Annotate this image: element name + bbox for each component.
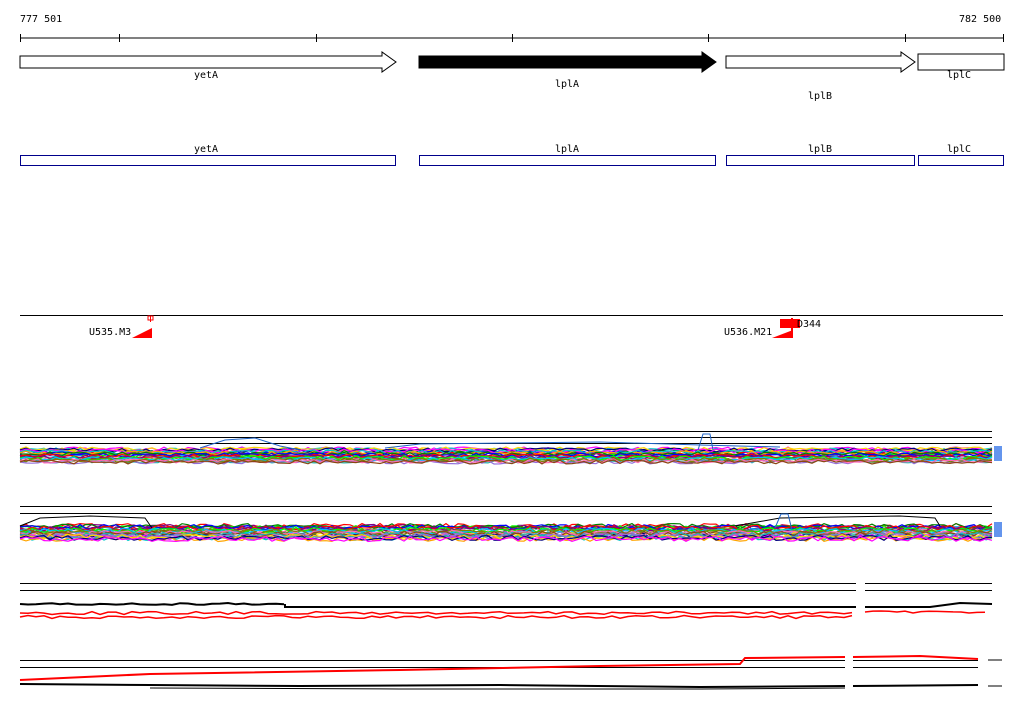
marker-U536: [772, 330, 793, 338]
expression-line-black: [284, 604, 856, 608]
gene-arrow-lplA: [418, 51, 717, 73]
gene-arrow-yetA: [19, 51, 397, 73]
expression-line-black: [865, 601, 993, 608]
expression-line-black: [19, 601, 285, 606]
expression-line-black: [852, 684, 979, 687]
marker-label-D344: D344: [797, 319, 822, 330]
expression-track-3: [19, 583, 993, 620]
ruler-end-label: 782 500: [959, 14, 1002, 25]
expression-line-black: [149, 687, 846, 690]
track-end-box: [994, 446, 1002, 461]
annotation-label-lplA: lplA: [555, 144, 580, 155]
expression-line-black: [19, 683, 846, 689]
expression-track-1: [19, 431, 1002, 465]
expression-line-red: [19, 610, 853, 616]
gene-arrow-lplC: [917, 53, 1005, 71]
gene-track: [19, 51, 1005, 73]
coordinate-ruler: [20, 34, 1004, 42]
track-canvas: [19, 34, 1005, 690]
ruler-start-label: 777 501: [20, 14, 63, 25]
track-end-box: [994, 522, 1002, 537]
marker-label-U536: U536.M21: [724, 327, 773, 338]
marker-U535: [132, 328, 152, 338]
gene-label-lplA: lplA: [555, 79, 580, 90]
annotation-label-lplC: lplC: [947, 144, 972, 155]
expression-track-4: [19, 654, 1002, 690]
gene-arrow-lplB: [725, 51, 916, 73]
annotation-label-yetA: yetA: [194, 144, 219, 155]
gene-label-yetA: yetA: [194, 70, 219, 81]
annotation-track: [20, 155, 1004, 166]
expression-line-red: [864, 610, 986, 614]
expression-line-red: [852, 654, 979, 660]
marker-label-U535: U535.M3: [89, 327, 132, 338]
annotation-box-lplA: [419, 155, 716, 166]
genome-browser-view: 777 501 782 500 yetA lplA lplB lplC yetA…: [0, 0, 1024, 714]
annotation-box-yetA: [20, 155, 396, 166]
annotation-label-lplB: lplB: [808, 144, 833, 155]
annotation-box-lplB: [726, 155, 915, 166]
expression-track-2: [19, 506, 1002, 543]
marker-track: [20, 315, 1003, 338]
gene-label-lplC: lplC: [947, 70, 972, 81]
annotation-box-lplC: [918, 155, 1004, 166]
gene-label-lplB: lplB: [808, 91, 833, 102]
expression-line-red: [19, 614, 853, 620]
